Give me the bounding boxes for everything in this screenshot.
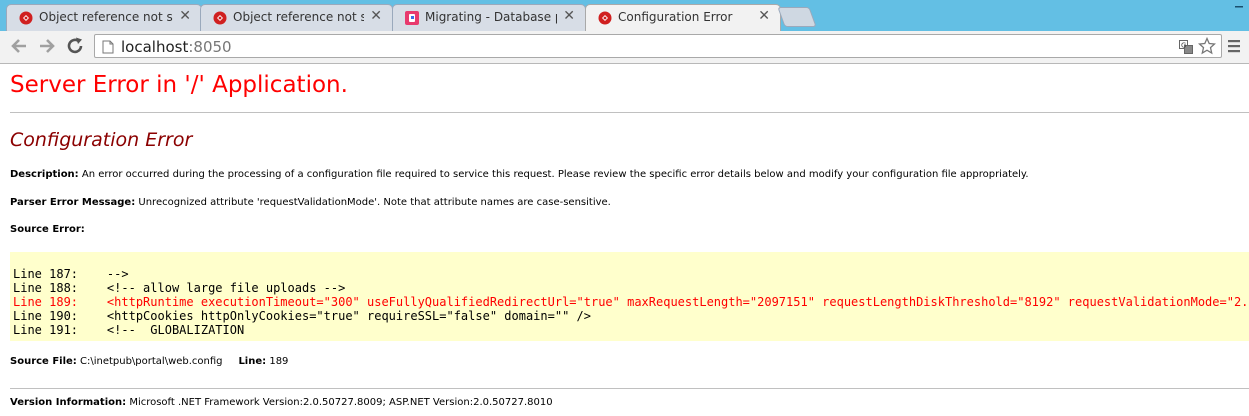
window-resize-icon[interactable]	[1229, 0, 1249, 20]
tab-title: Configuration Error	[618, 10, 733, 24]
page-icon	[102, 40, 114, 54]
close-tab-icon[interactable]: ✕	[370, 9, 382, 23]
description-paragraph: Description: An error occurred during th…	[10, 169, 1029, 180]
source-code: Line 187: --> Line 188: <!-- allow large …	[13, 267, 1249, 337]
close-tab-icon[interactable]: ✕	[563, 9, 575, 23]
browser-tab[interactable]: Object reference not set to an instance …	[6, 4, 202, 31]
bookmark-star-icon[interactable]	[1198, 37, 1216, 55]
source-line: Line 188: <!-- allow large file uploads …	[13, 281, 346, 295]
source-line: Line 191: <!-- GLOBALIZATION	[13, 323, 245, 337]
version-text: Microsoft .NET Framework Version:2.0.507…	[129, 397, 553, 408]
parser-error-label: Parser Error Message:	[10, 197, 136, 208]
close-tab-icon[interactable]: ✕	[179, 9, 191, 23]
close-tab-icon[interactable]: ✕	[758, 9, 770, 23]
page-title: Server Error in '/' Application.	[10, 72, 348, 98]
asp-error-favicon-icon	[19, 11, 33, 25]
reload-icon[interactable]	[64, 35, 86, 57]
error-type-heading: Configuration Error	[10, 129, 193, 151]
asp-error-favicon-icon	[598, 11, 612, 25]
address-bar[interactable]: localhost:8050 G	[94, 34, 1222, 58]
parser-error-paragraph: Parser Error Message: Unrecognized attri…	[10, 197, 611, 208]
source-file-label: Source File:	[10, 356, 77, 367]
back-arrow-icon[interactable]	[8, 35, 30, 57]
description-text: An error occurred during the processing …	[81, 169, 1029, 180]
source-error-paragraph: Source Error:	[10, 224, 85, 235]
line-number: 189	[269, 356, 289, 367]
source-line-error: Line 189: <httpRuntime executionTimeout=…	[13, 295, 1249, 309]
svg-text:G: G	[1181, 42, 1186, 50]
new-tab-button[interactable]	[777, 7, 817, 27]
source-file-paragraph: Source File: C:\inetpub\portal\web.confi…	[10, 356, 288, 367]
browser-tab-active[interactable]: Configuration Error ✕	[585, 4, 781, 32]
translate-icon[interactable]: G	[1179, 40, 1193, 54]
source-line: Line 190: <httpCookies httpOnlyCookies="…	[13, 309, 591, 323]
source-line: Line 187: -->	[13, 267, 129, 281]
source-error-label: Source Error:	[10, 224, 85, 235]
address-url: localhost:8050	[121, 38, 232, 56]
forward-arrow-icon[interactable]	[36, 35, 58, 57]
description-label: Description:	[10, 169, 79, 180]
source-file-path: C:\inetpub\portal\web.config	[79, 356, 223, 367]
line-label: Line:	[238, 356, 267, 367]
menu-icon[interactable]	[1227, 38, 1241, 54]
source-code-block: Line 187: --> Line 188: <!-- allow large …	[10, 252, 1249, 341]
browser-tab[interactable]: Migrating - Database problems ✕	[392, 4, 586, 31]
page-content: Server Error in '/' Application. Configu…	[0, 64, 1249, 416]
tab-strip: Object reference not set to an instance …	[0, 0, 1249, 32]
parser-error-text: Unrecognized attribute 'requestValidatio…	[138, 197, 611, 208]
forum-favicon-icon	[405, 11, 419, 25]
browser-toolbar: localhost:8050 G	[0, 31, 1249, 64]
version-label: Version Information:	[10, 397, 127, 408]
tab-title: Object reference not set to an instance …	[233, 10, 364, 24]
tab-title: Object reference not set to an instance …	[39, 10, 173, 24]
tab-title: Migrating - Database problems	[425, 10, 557, 24]
browser-tab[interactable]: Object reference not set to an instance …	[200, 4, 393, 31]
divider	[10, 388, 1249, 389]
asp-error-favicon-icon	[213, 11, 227, 25]
divider	[10, 112, 1249, 113]
version-paragraph: Version Information: Microsoft .NET Fram…	[10, 397, 553, 408]
